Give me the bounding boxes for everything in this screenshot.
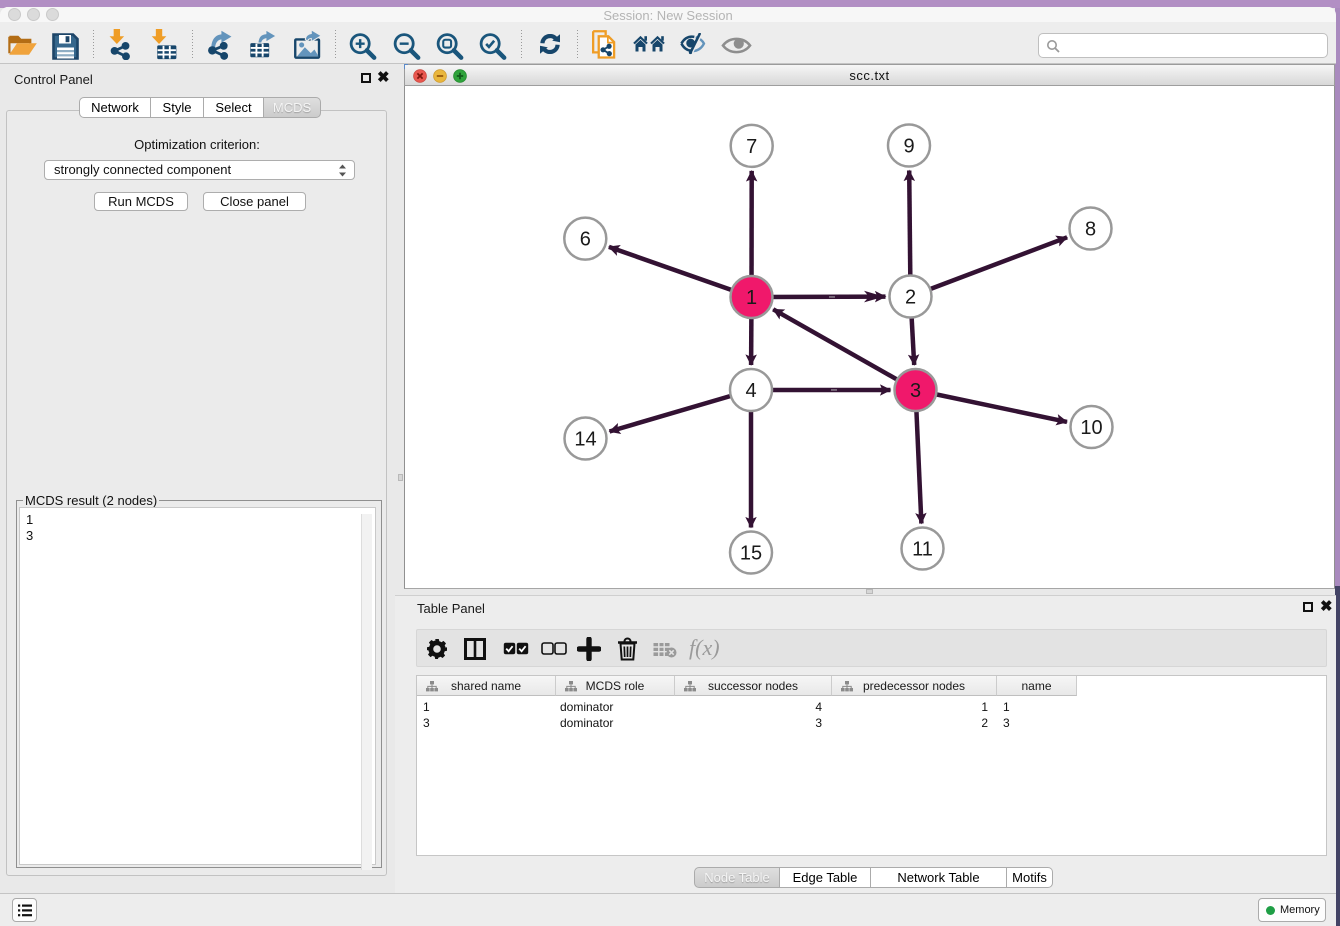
svg-text:9: 9 xyxy=(903,136,914,158)
svg-text:10: 10 xyxy=(1080,417,1102,439)
svg-text:2: 2 xyxy=(905,287,916,309)
svg-text:6: 6 xyxy=(580,229,591,251)
svg-text:3: 3 xyxy=(910,380,921,402)
svg-text:8: 8 xyxy=(1085,219,1096,241)
svg-text:15: 15 xyxy=(740,543,762,565)
svg-text:4: 4 xyxy=(745,380,756,402)
svg-text:11: 11 xyxy=(912,539,933,561)
svg-text:1: 1 xyxy=(746,287,757,309)
svg-text:14: 14 xyxy=(574,429,596,451)
svg-text:7: 7 xyxy=(746,136,757,158)
